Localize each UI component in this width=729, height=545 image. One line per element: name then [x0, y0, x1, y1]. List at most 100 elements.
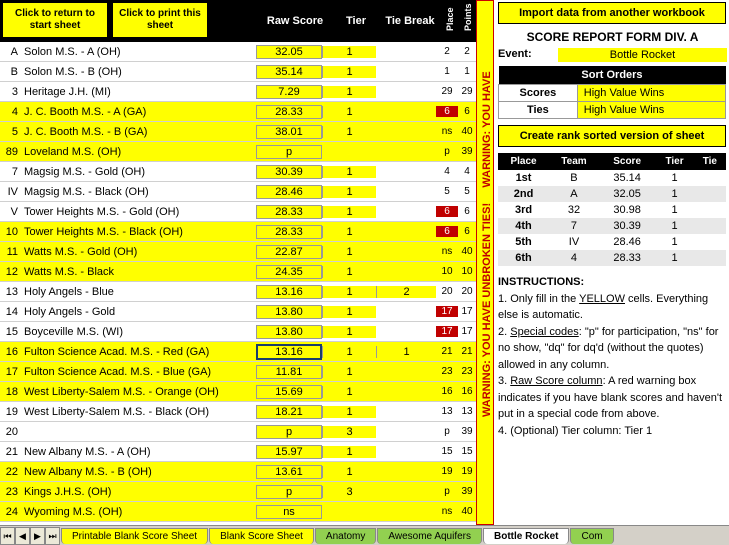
table-row: 14Holy Angels - Gold13.8011717	[0, 302, 476, 322]
tier-cell[interactable]: 1	[322, 266, 376, 278]
tier-cell[interactable]: 1	[322, 406, 376, 418]
print-button[interactable]: Click to print this sheet	[112, 2, 208, 38]
raw-score-cell[interactable]: 13.61	[256, 465, 322, 479]
raw-score-cell[interactable]: p	[256, 425, 322, 439]
raw-score-cell[interactable]: 13.16	[256, 285, 322, 299]
row-number: 14	[0, 306, 22, 318]
tier-cell[interactable]: 1	[322, 326, 376, 338]
sort-ties-value[interactable]: High Value Wins	[577, 102, 725, 119]
points-cell: 16	[458, 386, 476, 397]
tab-blank-score[interactable]: Blank Score Sheet	[209, 528, 314, 544]
tab-printable-blank[interactable]: Printable Blank Score Sheet	[61, 528, 208, 544]
team-name: Watts M.S. - Gold (OH)	[22, 246, 256, 258]
tier-cell[interactable]: 1	[322, 186, 376, 198]
rank-tie	[694, 250, 726, 266]
place-cell: 17	[436, 326, 458, 337]
tier-cell[interactable]: 1	[322, 386, 376, 398]
rank-place: 6th	[498, 250, 549, 266]
rank-header-team: Team	[549, 153, 599, 170]
row-number: 3	[0, 86, 22, 98]
table-row: 3Heritage J.H. (MI)7.2912929	[0, 82, 476, 102]
place-cell: 5	[436, 186, 458, 197]
event-value[interactable]: Bottle Rocket	[558, 48, 727, 62]
place-cell: 1	[436, 66, 458, 77]
table-row: 19West Liberty-Salem M.S. - Black (OH)18…	[0, 402, 476, 422]
tier-cell[interactable]: 1	[322, 106, 376, 118]
row-number: 13	[0, 286, 22, 298]
raw-score-cell[interactable]: 18.21	[256, 405, 322, 419]
raw-score-cell[interactable]: 28.33	[256, 105, 322, 119]
rank-header-place: Place	[498, 153, 549, 170]
points-cell: 40	[458, 126, 476, 137]
rank-button[interactable]: Create rank sorted version of sheet	[498, 125, 726, 147]
raw-score-cell[interactable]: 35.14	[256, 65, 322, 79]
tier-cell[interactable]: 1	[322, 166, 376, 178]
raw-score-cell[interactable]: 13.80	[256, 325, 322, 339]
rank-tier: 1	[655, 186, 693, 202]
raw-score-cell[interactable]: 28.33	[256, 205, 322, 219]
raw-score-cell[interactable]: 11.81	[256, 365, 322, 379]
tier-cell[interactable]: 1	[322, 206, 376, 218]
tier-cell[interactable]: 1	[322, 286, 376, 298]
tier-cell[interactable]: 1	[322, 226, 376, 238]
raw-score-cell[interactable]: 13.80	[256, 305, 322, 319]
tab-next-icon[interactable]: ▶	[30, 527, 45, 545]
tier-cell[interactable]: 1	[322, 66, 376, 78]
tier-cell[interactable]: 1	[322, 246, 376, 258]
tab-first-icon[interactable]: ⏮	[0, 527, 15, 545]
team-name: Tower Heights M.S. - Gold (OH)	[22, 206, 256, 218]
raw-score-cell[interactable]: 38.01	[256, 125, 322, 139]
table-row: 89Loveland M.S. (OH)pp39	[0, 142, 476, 162]
row-number: IV	[0, 186, 22, 198]
rank-tier: 1	[655, 250, 693, 266]
table-row: 5J. C. Booth M.S. - B (GA)38.011ns40	[0, 122, 476, 142]
tier-cell[interactable]: 1	[322, 446, 376, 458]
tier-cell[interactable]: 1	[322, 306, 376, 318]
tier-cell[interactable]: 1	[322, 466, 376, 478]
tab-prev-icon[interactable]: ◀	[15, 527, 30, 545]
raw-score-cell[interactable]: p	[256, 145, 322, 159]
rank-score: 30.98	[599, 202, 655, 218]
points-cell: 13	[458, 406, 476, 417]
table-row: 22New Albany M.S. - B (OH)13.6111919	[0, 462, 476, 482]
tier-cell[interactable]: 1	[322, 366, 376, 378]
rank-score: 28.33	[599, 250, 655, 266]
points-cell: 20	[458, 286, 476, 297]
sort-scores-value[interactable]: High Value Wins	[577, 85, 725, 102]
raw-score-cell[interactable]: ns	[256, 505, 322, 519]
tier-cell[interactable]: 1	[322, 126, 376, 138]
raw-score-cell[interactable]: 28.33	[256, 225, 322, 239]
tab-com[interactable]: Com	[570, 528, 613, 544]
raw-score-cell[interactable]: 13.16	[256, 344, 322, 360]
tie-break-cell[interactable]: 1	[376, 346, 436, 358]
raw-score-cell[interactable]: 15.69	[256, 385, 322, 399]
tier-cell[interactable]: 1	[322, 86, 376, 98]
score-table-panel: Click to return to start sheet Click to …	[0, 0, 476, 525]
table-row: 23Kings J.H.S. (OH)p3p39	[0, 482, 476, 502]
tab-bottle-rocket[interactable]: Bottle Rocket	[483, 528, 569, 544]
return-button[interactable]: Click to return to start sheet	[2, 2, 108, 38]
raw-score-cell[interactable]: 7.29	[256, 85, 322, 99]
import-button[interactable]: Import data from another workbook	[498, 2, 726, 24]
table-row: 21New Albany M.S. - A (OH)15.9711515	[0, 442, 476, 462]
tie-break-cell[interactable]: 2	[376, 286, 436, 298]
raw-score-cell[interactable]: 30.39	[256, 165, 322, 179]
place-cell: 13	[436, 406, 458, 417]
tab-awesome-aquifers[interactable]: Awesome Aquifers	[377, 528, 482, 544]
raw-score-cell[interactable]: p	[256, 485, 322, 499]
tier-cell[interactable]: 1	[322, 346, 376, 358]
tier-cell[interactable]: 1	[322, 46, 376, 58]
raw-score-cell[interactable]: 28.46	[256, 185, 322, 199]
place-cell: ns	[436, 246, 458, 257]
tab-anatomy[interactable]: Anatomy	[315, 528, 376, 544]
table-row: BSolon M.S. - B (OH)35.14111	[0, 62, 476, 82]
place-cell: p	[436, 146, 458, 157]
raw-score-cell[interactable]: 15.97	[256, 445, 322, 459]
raw-score-cell[interactable]: 22.87	[256, 245, 322, 259]
tab-last-icon[interactable]: ⏭	[45, 527, 60, 545]
raw-score-cell[interactable]: 32.05	[256, 45, 322, 59]
tier-cell[interactable]: 3	[322, 426, 376, 438]
raw-score-cell[interactable]: 24.35	[256, 265, 322, 279]
tier-cell[interactable]: 3	[322, 486, 376, 498]
team-name: Fulton Science Acad. M.S. - Blue (GA)	[22, 366, 256, 378]
